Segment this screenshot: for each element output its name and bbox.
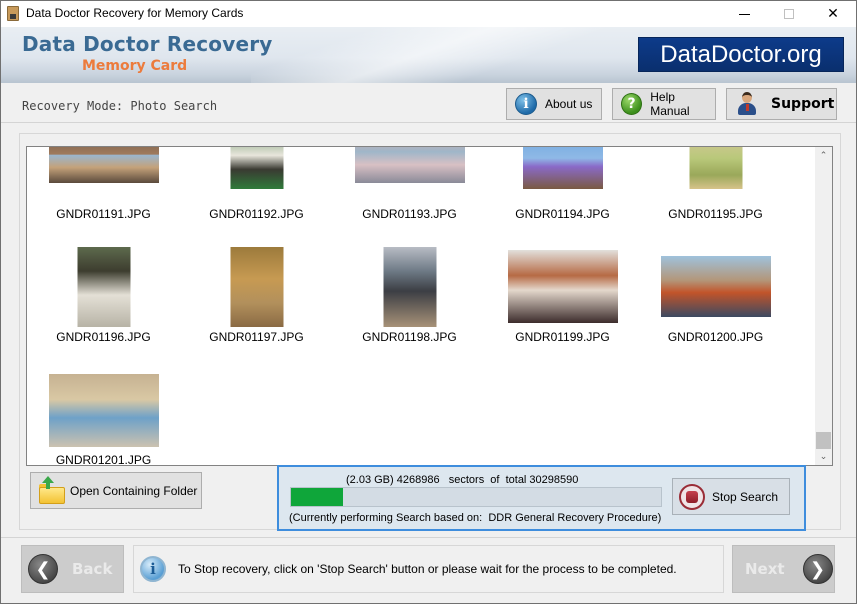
scrollbar-thumb[interactable] — [816, 432, 831, 449]
stop-icon — [679, 483, 705, 510]
recovery-mode-label: Recovery Mode: Photo Search — [22, 99, 218, 113]
minimize-button[interactable] — [721, 1, 767, 27]
photo-filename: GNDR01198.JPG — [362, 330, 457, 344]
open-folder-label: Open Containing Folder — [70, 483, 198, 498]
info-icon: i — [140, 556, 166, 582]
brand-subtitle: Memory Card — [82, 58, 188, 74]
photo-thumbnail-image[interactable] — [507, 250, 618, 323]
maximize-icon — [784, 9, 794, 19]
back-label: Back — [72, 560, 113, 578]
info-icon: i — [515, 93, 537, 115]
scroll-down-icon[interactable]: ⌄ — [815, 448, 832, 465]
app-icon — [7, 6, 19, 21]
photo-thumbnail-item[interactable]: GNDR01198.JPG — [333, 147, 486, 465]
photo-thumbnail-item[interactable]: GNDR01197.JPG — [180, 147, 333, 465]
photo-filename: GNDR01199.JPG — [515, 330, 610, 344]
photo-thumbnail-item[interactable]: GNDR01200.JPG — [639, 147, 792, 465]
stop-search-button[interactable]: Stop Search — [672, 478, 790, 515]
help-icon: ? — [621, 93, 643, 115]
title-bar: Data Doctor Recovery for Memory Cards ✕ — [1, 1, 856, 27]
help-manual-label: Help Manual — [650, 90, 690, 118]
search-progress-panel: (2.03 GB) 4268986 sectors of total 30298… — [277, 465, 806, 531]
datadoctor-logo[interactable]: DataDoctor.org — [638, 37, 844, 72]
back-button[interactable]: ❮ Back — [21, 545, 124, 593]
photo-filename: GNDR01200.JPG — [667, 330, 764, 344]
brand-title: Data Doctor Recovery — [22, 32, 273, 56]
toolbar: Recovery Mode: Photo Search i About us ?… — [1, 83, 856, 123]
folder-up-icon — [38, 475, 66, 506]
photo-thumbnail-item[interactable]: GNDR01199.JPG — [486, 147, 639, 465]
maximize-button[interactable] — [766, 1, 812, 27]
help-manual-button[interactable]: ? Help Manual — [612, 88, 716, 120]
recovered-photos-gallery[interactable]: GNDR01191.JPG GNDR01192.JPG GNDR01193.JPG G… — [26, 146, 833, 466]
support-label: Support — [771, 96, 835, 112]
support-button[interactable]: Support — [726, 88, 837, 120]
window-title: Data Doctor Recovery for Memory Cards — [26, 6, 244, 20]
status-message-box: i To Stop recovery, click on 'Stop Searc… — [133, 545, 724, 593]
back-arrow-icon: ❮ — [28, 554, 58, 584]
sectors-progress-text: (2.03 GB) 4268986 sectors of total 30298… — [346, 474, 579, 486]
next-label: Next — [745, 560, 785, 578]
close-button[interactable]: ✕ — [810, 1, 856, 27]
stop-search-label: Stop Search — [712, 489, 779, 504]
app-window: Data Doctor Recovery for Memory Cards ✕ … — [0, 0, 857, 604]
photo-thumbnail-item[interactable]: GNDR01201.JPG — [27, 147, 180, 465]
support-person-icon — [737, 92, 757, 116]
progress-bar — [290, 487, 662, 507]
photo-thumbnail-image[interactable] — [383, 247, 436, 327]
minimize-icon — [738, 13, 750, 15]
photo-thumbnail-image[interactable] — [48, 374, 159, 447]
photo-thumbnail-image[interactable] — [230, 247, 283, 327]
about-us-button[interactable]: i About us — [506, 88, 602, 120]
photo-thumbnail-image[interactable] — [660, 256, 771, 317]
procedure-text: (Currently performing Search based on: D… — [289, 512, 662, 524]
about-us-label: About us — [545, 97, 593, 111]
progress-bar-fill — [291, 488, 344, 506]
header-banner: Data Doctor Recovery Memory Card DataDoc… — [1, 27, 856, 83]
thumbnail-grid: GNDR01191.JPG GNDR01192.JPG GNDR01193.JPG G… — [27, 147, 815, 465]
status-message: To Stop recovery, click on 'Stop Search'… — [178, 562, 677, 576]
open-containing-folder-button[interactable]: Open Containing Folder — [30, 472, 202, 509]
photo-filename: GNDR01197.JPG — [209, 330, 304, 344]
vertical-scrollbar[interactable]: ⌃ ⌄ — [815, 147, 832, 465]
footer-divider — [1, 537, 856, 538]
next-button[interactable]: Next ❯ — [732, 545, 835, 593]
next-arrow-icon: ❯ — [802, 554, 833, 584]
photo-filename: GNDR01201.JPG — [55, 453, 152, 465]
close-icon: ✕ — [827, 6, 839, 22]
scroll-up-icon[interactable]: ⌃ — [815, 147, 832, 164]
